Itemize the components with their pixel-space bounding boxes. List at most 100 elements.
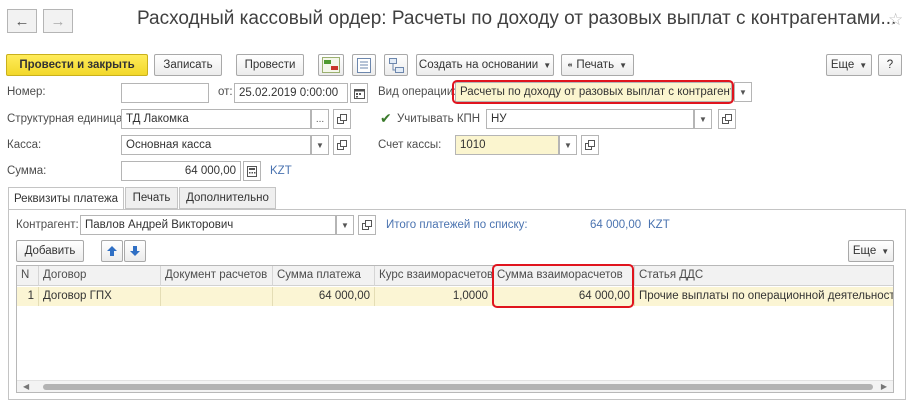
kpn-checkbox[interactable]: ✔: [380, 110, 392, 127]
open-icon: [337, 114, 347, 124]
total-payments-label: Итого платежей по списку:: [386, 219, 528, 231]
column-header-settlement-doc[interactable]: Документ расчетов: [161, 266, 273, 286]
operation-dropdown-button[interactable]: ▼: [734, 82, 752, 102]
unit-field[interactable]: ТД Лакомка: [121, 109, 311, 129]
kpn-field[interactable]: НУ: [486, 109, 694, 129]
horizontal-scrollbar[interactable]: ◀ ▶: [17, 380, 893, 392]
account-field[interactable]: 1010: [455, 135, 559, 155]
star-icon[interactable]: ☆: [888, 10, 903, 30]
column-header-payment-sum[interactable]: Сумма платежа: [273, 266, 375, 286]
open-icon: [722, 114, 732, 124]
page-title: Расходный кассовый ордер: Расчеты по дох…: [137, 8, 897, 29]
print-button[interactable]: Печать ▼: [561, 54, 634, 76]
counterparty-open-button[interactable]: [358, 215, 376, 235]
chevron-down-icon: ▼: [699, 114, 707, 124]
tab-additional[interactable]: Дополнительно: [179, 187, 276, 209]
scroll-right-icon[interactable]: ▶: [881, 381, 887, 392]
tab-label: Дополнительно: [186, 192, 269, 204]
currency-link[interactable]: KZT: [270, 165, 292, 177]
unit-open-button[interactable]: [333, 109, 351, 129]
post-label: Провести: [244, 59, 296, 71]
move-up-button[interactable]: [101, 240, 123, 262]
create-based-on-button[interactable]: Создать на основании ▼: [416, 54, 554, 76]
more-button[interactable]: Еще ▼: [826, 54, 872, 76]
arrow-right-icon: →: [50, 12, 66, 30]
kassa-dropdown-button[interactable]: ▼: [311, 135, 329, 155]
post-and-close-label: Провести и закрыть: [19, 59, 135, 71]
scroll-left-icon[interactable]: ◀: [23, 381, 29, 392]
account-dropdown-button[interactable]: ▼: [559, 135, 577, 155]
kassa-field[interactable]: Основная касса: [121, 135, 311, 155]
cell-settlement-doc[interactable]: [161, 287, 273, 306]
chevron-down-icon: ▼: [564, 140, 572, 150]
highlight-frame-settlement-sum: [492, 264, 634, 308]
back-button[interactable]: ←: [7, 9, 37, 33]
counterparty-field[interactable]: Павлов Андрей Викторович: [80, 215, 336, 235]
open-icon: [337, 140, 347, 150]
open-icon: [585, 140, 595, 150]
unit-label: Структурная единица:: [7, 113, 126, 125]
table-row[interactable]: 1 Договор ГПХ 64 000,00 1,0000 64 000,00…: [17, 287, 893, 306]
forward-button[interactable]: →: [43, 9, 73, 33]
calculator-button[interactable]: [243, 161, 261, 181]
kassa-open-button[interactable]: [333, 135, 351, 155]
post-and-close-button[interactable]: Провести и закрыть: [6, 54, 148, 76]
highlight-frame-operation: [452, 80, 734, 104]
dt-kt-button[interactable]: [318, 54, 344, 76]
save-label: Записать: [163, 59, 213, 71]
chevron-down-icon: ▼: [316, 140, 324, 150]
cell-rate[interactable]: 1,0000: [375, 287, 493, 306]
sum-label: Сумма:: [7, 165, 47, 177]
column-header-rate[interactable]: Курс взаиморасчетов: [375, 266, 493, 286]
cell-payment-sum[interactable]: 64 000,00: [273, 287, 375, 306]
chevron-down-icon: ▼: [881, 246, 890, 256]
calendar-icon: [353, 88, 365, 99]
arrow-up-icon: [107, 246, 117, 256]
account-open-button[interactable]: [581, 135, 599, 155]
date-field[interactable]: 25.02.2019 0:00:00: [234, 83, 348, 103]
unit-select-button[interactable]: ...: [311, 109, 329, 129]
arrow-left-icon: ←: [14, 12, 30, 30]
add-button[interactable]: Добавить: [16, 240, 84, 262]
help-label: ?: [886, 59, 894, 71]
sum-field[interactable]: 64 000,00: [121, 161, 241, 181]
list-button[interactable]: [352, 54, 376, 76]
structure-button[interactable]: [384, 54, 408, 76]
column-header-dds[interactable]: Статья ДДС: [635, 266, 893, 286]
cell-dds[interactable]: Прочие выплаты по операционной деятельно…: [635, 287, 893, 306]
column-header-n[interactable]: N: [17, 266, 39, 286]
add-label: Добавить: [24, 245, 76, 257]
tab-print[interactable]: Печать: [125, 187, 178, 209]
number-field[interactable]: [121, 83, 209, 103]
table-more-button[interactable]: Еще ▼: [848, 240, 894, 262]
cell-contract[interactable]: Договор ГПХ: [39, 287, 161, 306]
kpn-label: Учитывать КПН: [397, 113, 481, 125]
post-button[interactable]: Провести: [236, 54, 304, 76]
kpn-dropdown-button[interactable]: ▼: [694, 109, 712, 129]
account-label: Счет кассы:: [378, 139, 442, 151]
number-label: Номер:: [7, 86, 46, 98]
structure-icon: [388, 57, 404, 73]
ellipsis-icon: ...: [315, 113, 325, 125]
total-payments-value: 64 000,00: [590, 219, 642, 231]
tab-payment-details[interactable]: Реквизиты платежа: [8, 187, 124, 210]
arrow-down-icon: [130, 246, 140, 256]
scrollbar-thumb[interactable]: [43, 384, 873, 390]
table-header: N Договор Документ расчетов Сумма платеж…: [17, 266, 893, 286]
help-button[interactable]: ?: [878, 54, 902, 76]
total-currency: KZT: [648, 219, 670, 231]
calendar-button[interactable]: [350, 83, 368, 103]
checkmark-icon: ✔: [380, 110, 392, 126]
date-label: от:: [218, 86, 233, 98]
payments-table[interactable]: N Договор Документ расчетов Сумма платеж…: [16, 265, 894, 393]
dt-kt-icon: [322, 57, 340, 73]
move-down-button[interactable]: [124, 240, 146, 262]
column-header-contract[interactable]: Договор: [39, 266, 161, 286]
more-label: Еще: [830, 59, 855, 71]
kassa-label: Касса:: [7, 139, 42, 151]
chevron-down-icon: ▼: [341, 220, 349, 230]
cell-n[interactable]: 1: [17, 287, 39, 306]
kpn-open-button[interactable]: [718, 109, 736, 129]
counterparty-dropdown-button[interactable]: ▼: [336, 215, 354, 235]
save-button[interactable]: Записать: [154, 54, 222, 76]
